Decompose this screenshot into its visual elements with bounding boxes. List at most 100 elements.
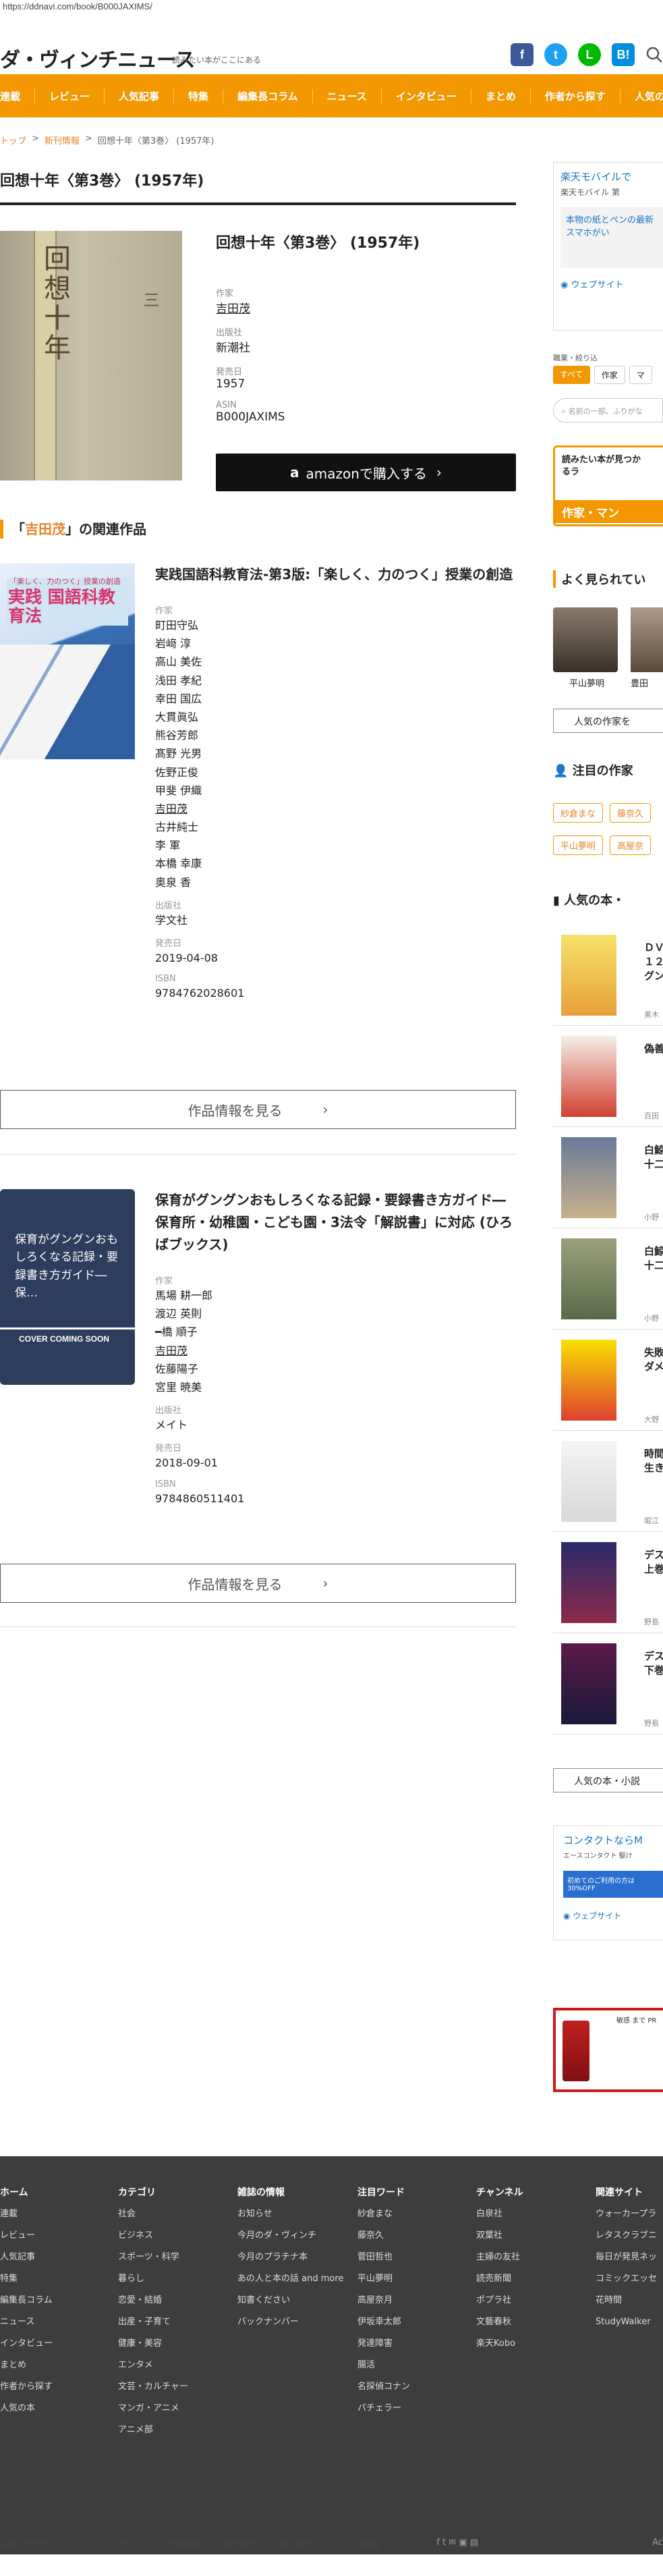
work-author[interactable]: 馬場 耕一郎 [155,1286,516,1305]
footer-link[interactable]: 菅田哲也 [357,2247,410,2268]
footer-link[interactable]: レタスクラブニ [596,2225,663,2247]
footer-link[interactable]: エンタメ [118,2355,188,2376]
footer-link[interactable]: 名探偵コナン [357,2376,410,2398]
featured-tag[interactable]: 紗倉まな [553,803,604,823]
featured-tag[interactable]: 藤奈久 [610,803,652,823]
footer-link[interactable]: ビジネス [118,2225,188,2247]
amazon-buy-button[interactable]: a amazonで購入する › [216,454,516,491]
work-author[interactable]: 吉田茂 [155,800,516,818]
work-author[interactable]: 古井純士 [155,818,516,836]
footer-link[interactable]: 今月のプラチナ本 [237,2247,343,2268]
sidebar-ad-cosmetic[interactable]: 敏感 まで PR [553,2008,663,2092]
popular-books-more-button[interactable]: 人気の本・小説 [553,1768,663,1792]
work-author[interactable]: 浅田 孝紀 [155,672,516,690]
sidebar-ad-contact[interactable]: コンタクトならM エースコンタクト 駆け 初めてのご利用の方は 30%OFF ◉… [553,1826,663,1940]
featured-tag[interactable]: 平山夢明 [553,835,604,855]
footer-link[interactable]: 紗倉まな [357,2203,410,2225]
popular-author-card[interactable]: 平山夢明 [553,607,621,689]
nav-item-news[interactable]: ニュース [313,88,382,103]
nav-item-feature[interactable]: 特集 [174,88,224,103]
footer-link[interactable]: 人気の本 [0,2398,53,2419]
footer-link[interactable]: 花時間 [596,2290,663,2311]
footer-link[interactable]: 高屋奈月 [357,2290,410,2311]
footer-link[interactable]: マンガ・アニメ [118,2398,188,2419]
work-title[interactable]: 実践国語科教育法-第3版:「楽しく、力のつく」授業の創造 [155,564,516,586]
footer-link[interactable]: StudyWalker [596,2311,663,2333]
work-author[interactable]: 佐藤陽子 [155,1360,516,1378]
footer-link[interactable]: ニュース [0,2311,53,2333]
popular-book-item[interactable]: 偽善 百田 [553,1036,663,1127]
ad-cta[interactable]: ◉ ウェブサイト [563,1910,663,1921]
footer-heading[interactable]: ホーム [0,2182,53,2203]
popular-author-card[interactable]: 豊田 [631,607,663,689]
footer-link[interactable]: 伊坂幸太郎 [357,2311,410,2333]
work-cover[interactable]: 「楽しく、力のつく」授業の創造 実践 国語科教育法 [0,564,135,759]
footer-link[interactable]: 読売新聞 [476,2268,523,2290]
popular-book-item[interactable]: デス 上巻 野島 [553,1542,663,1633]
work-author[interactable]: 岩﨑 淳 [155,634,516,653]
site-logo[interactable]: ダ・ヴィンチニュース [0,43,195,73]
footer-link[interactable]: 文藝春秋 [476,2311,523,2333]
footer-link[interactable]: 出産・子育て [118,2311,188,2333]
hatena-icon[interactable]: B! [612,43,635,66]
footer-link[interactable]: 主婦の友社 [476,2247,523,2268]
footer-link[interactable]: バックナンバー [237,2311,343,2333]
nav-item-interview[interactable]: インタビュー [382,88,471,103]
footer-link[interactable]: 文芸・カルチャー [118,2376,188,2398]
twitter-icon[interactable]: t [544,43,567,66]
author-search-input[interactable]: ⌕ 名前の一部、ふりがな [553,398,663,422]
popular-book-item[interactable]: 時間 生き 堀江 [553,1441,663,1532]
footer-link[interactable]: 今月のダ・ヴィンチ [237,2225,343,2247]
popular-book-item[interactable]: ＤＶ １２ グン 美木 [553,935,663,1026]
work-author[interactable]: 幸田 国広 [155,690,516,708]
sidebar-ad-rakuten[interactable]: 楽天モバイルで 楽天モバイル 第 本物の紙とペンの最新スマホがい ◉ ウェブサイ… [553,162,663,331]
footer-link[interactable]: 健康・美容 [118,2333,188,2355]
footer-link[interactable]: まとめ [0,2355,53,2376]
footer-link[interactable]: パチェラー [357,2398,410,2419]
footer-link[interactable]: ウォーカープラ [596,2203,663,2225]
nav-item-column[interactable]: 編集長コラム [223,88,313,103]
work-author[interactable]: 奥泉 香 [155,873,516,892]
work-author[interactable]: 本橋 幸康 [155,854,516,873]
footer-link[interactable]: 特集 [0,2268,53,2290]
footer-link[interactable]: 編集長コラム [0,2290,53,2311]
related-author[interactable]: 吉田茂 [25,521,65,537]
nav-item-review[interactable]: レビュー [35,88,105,103]
nav-item-matome[interactable]: まとめ [471,88,531,103]
footer-link[interactable]: 人気記事 [0,2247,53,2268]
popular-book-item[interactable]: 失敗 ダメ 大野 [553,1340,663,1431]
footer-bottom-link[interactable]: プライバシーポリシー [67,2538,155,2550]
footer-link[interactable]: 白泉社 [476,2203,523,2225]
author-search-banner[interactable]: 読みたい本が見つかるラ 作家・マン [553,445,663,526]
work-detail-button[interactable]: 作品情報を見る › [0,1090,516,1129]
work-author[interactable]: 大貫眞弘 [155,708,516,726]
footer-link[interactable]: 恋愛・結婚 [118,2290,188,2311]
footer-link[interactable]: 腸活 [357,2355,410,2376]
filter-tab-all[interactable]: すべて [553,366,590,384]
footer-link[interactable]: 楽天Kobo [476,2333,523,2355]
footer-bottom-link[interactable]: 広告の案内 [270,2538,314,2550]
footer-link[interactable]: 毎日が発見ネッ [596,2247,663,2268]
footer-bottom-link[interactable]: ヘルプ [395,2538,422,2550]
url-bar[interactable]: https://ddnavi.com/book/B000JAXIMS/ [0,0,663,15]
footer-link[interactable]: インタビュー [0,2333,53,2355]
popular-book-item[interactable]: 白鯨 十二 小野 [553,1137,663,1228]
work-author[interactable]: 宮里 暁美 [155,1378,516,1396]
footer-link[interactable]: アニメ部 [118,2419,188,2441]
footer-link[interactable]: 平山夢明 [357,2268,410,2290]
work-title[interactable]: 保育がグングンおもしろくなる記録・要録書き方ガイド―保育所・幼稚園・こども園・3… [155,1189,516,1256]
filter-tab-manga[interactable]: マ [629,366,652,384]
search-icon[interactable] [645,46,663,63]
work-detail-button[interactable]: 作品情報を見る › [0,1564,516,1603]
work-author[interactable]: 髙野 光男 [155,744,516,763]
footer-link[interactable]: 双葉社 [476,2225,523,2247]
footer-link[interactable]: 発達障害 [357,2333,410,2355]
footer-bottom-link[interactable]: お問い合わせ [0,2538,53,2550]
nav-item-popular-books[interactable]: 人気の本 [621,89,663,103]
work-author[interactable]: 町田守弘 [155,616,516,634]
work-author[interactable]: 高山 美佐 [155,653,516,671]
footer-link[interactable]: 社会 [118,2203,188,2225]
work-author[interactable]: 吉田茂 [155,1342,516,1360]
footer-bottom-link[interactable]: ライター募集 [328,2538,380,2550]
work-author[interactable]: 渡辺 英則 [155,1305,516,1323]
